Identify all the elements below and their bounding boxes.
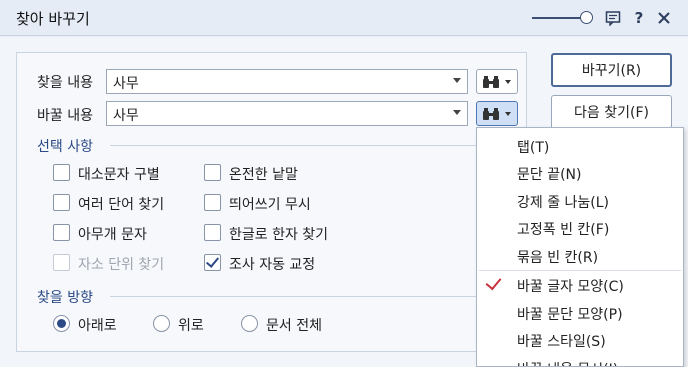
find-special-button[interactable] — [476, 69, 518, 94]
direction-section-title: 찾을 방향 — [37, 290, 93, 306]
radio-down[interactable] — [53, 315, 70, 332]
section-divider — [110, 296, 476, 297]
menu-item-line-break[interactable]: 강제 줄 나눔(L) — [517, 192, 609, 212]
binoculars-icon — [483, 76, 499, 88]
option-label[interactable]: 띄어쓰기 무시 — [229, 194, 311, 214]
replace-button[interactable]: 바꾸기(R) — [551, 53, 672, 87]
replace-special-button[interactable] — [476, 101, 518, 126]
option-label[interactable]: 조사 자동 교정 — [229, 254, 315, 274]
checkbox-jaso — [53, 254, 70, 271]
checkbox-particle-correction[interactable] — [204, 254, 221, 271]
find-combo[interactable]: 사무 — [106, 69, 468, 94]
chevron-down-icon — [505, 80, 511, 84]
menu-item-style[interactable]: 바꿀 스타일(S) — [517, 331, 606, 351]
checkbox-match-case[interactable] — [53, 164, 70, 181]
opacity-slider-track[interactable] — [532, 17, 584, 19]
option-label[interactable]: 아무개 문자 — [78, 224, 147, 244]
option-label[interactable]: 대소문자 구별 — [78, 164, 160, 184]
menu-item-bound-space[interactable]: 묶음 빈 칸(R) — [517, 247, 598, 267]
binoculars-icon — [483, 108, 499, 120]
menu-item-fixed-space[interactable]: 고정폭 빈 칸(F) — [517, 219, 609, 239]
menu-item-para-shape[interactable]: 바꿀 문단 모양(P) — [517, 304, 623, 324]
replace-label: 바꿀 내용 — [37, 108, 93, 124]
direction-label[interactable]: 위로 — [178, 315, 204, 335]
options-section-title: 선택 사항 — [37, 139, 93, 155]
menu-item-paragraph-end[interactable]: 문단 끝(N) — [517, 164, 582, 184]
checkmark-icon — [485, 273, 502, 291]
checkbox-wildcard[interactable] — [53, 224, 70, 241]
checkbox-ignore-spacing[interactable] — [204, 194, 221, 211]
menu-item-ignore-content[interactable]: 바꿀 내용 무시(I) — [517, 359, 618, 366]
option-label: 자소 단위 찾기 — [78, 257, 165, 273]
option-label[interactable]: 온전한 낱말 — [229, 164, 298, 184]
menu-separator — [479, 270, 681, 271]
checkbox-multi-word[interactable] — [53, 194, 70, 211]
close-icon[interactable] — [654, 8, 674, 28]
radio-whole-document[interactable] — [241, 315, 258, 332]
replace-input[interactable]: 사무 — [113, 105, 139, 125]
help-icon[interactable]: ? — [629, 8, 649, 28]
direction-label[interactable]: 아래로 — [78, 315, 117, 335]
chevron-down-icon[interactable] — [453, 110, 461, 115]
option-label[interactable]: 한글로 한자 찾기 — [229, 224, 328, 244]
direction-label[interactable]: 문서 전체 — [266, 315, 322, 335]
find-next-button[interactable]: 다음 찾기(F) — [551, 95, 672, 129]
title-bar: 찾아 바꾸기 ? — [0, 0, 688, 36]
option-label[interactable]: 여러 단어 찾기 — [78, 194, 164, 214]
checkbox-hangul-hanja[interactable] — [204, 224, 221, 241]
radio-up[interactable] — [153, 315, 170, 332]
menu-item-char-shape[interactable]: 바꿀 글자 모양(C) — [517, 276, 624, 296]
menu-item-tab[interactable]: 탭(T) — [517, 137, 549, 157]
find-input[interactable]: 사무 — [113, 73, 139, 93]
chevron-down-icon[interactable] — [453, 78, 461, 83]
dialog-title: 찾아 바꾸기 — [16, 10, 90, 28]
chevron-down-icon — [505, 112, 511, 116]
comment-icon[interactable] — [603, 8, 623, 28]
special-chars-menu: 탭(T) 문단 끝(N) 강제 줄 나눔(L) 고정폭 빈 칸(F) 묶음 빈 … — [476, 127, 684, 367]
replace-combo[interactable]: 사무 — [106, 101, 468, 126]
opacity-slider-knob[interactable] — [580, 11, 593, 24]
checkbox-whole-word[interactable] — [204, 164, 221, 181]
section-divider — [110, 145, 476, 146]
find-label: 찾을 내용 — [37, 75, 93, 91]
